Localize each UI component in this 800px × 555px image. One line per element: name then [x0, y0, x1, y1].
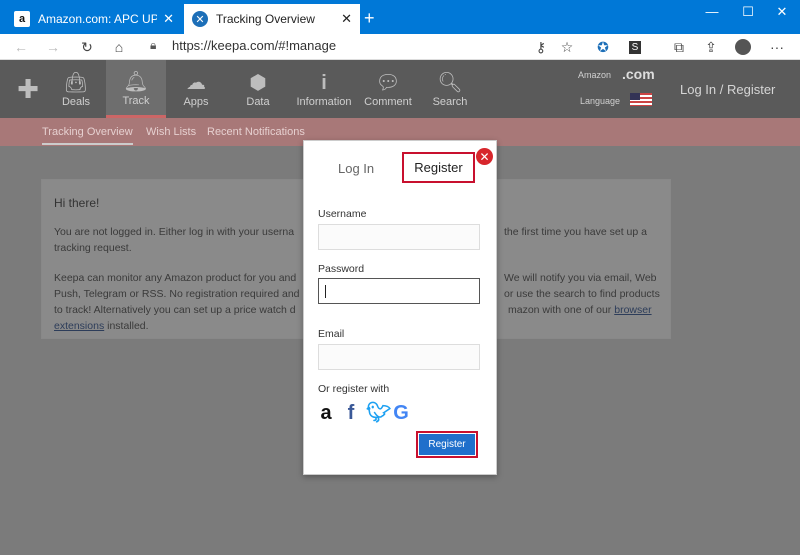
bell-icon: 🔔︎: [123, 70, 149, 93]
google-icon[interactable]: G: [391, 401, 411, 425]
password-label: Password: [318, 263, 365, 275]
tab-register[interactable]: Register: [402, 152, 475, 183]
profile-avatar[interactable]: [732, 37, 754, 57]
social-login-row: a f 🐦︎ G: [316, 401, 411, 425]
browser-tab-bar: a Amazon.com: APC UPS, 1500VA ✕ ✕ Tracki…: [0, 0, 800, 34]
address-bar[interactable]: https://keepa.com/#!manage: [172, 38, 336, 53]
cube-icon: ⬢: [249, 72, 267, 94]
magnifier-icon: 🔍︎: [437, 72, 463, 94]
browser-toolbar: ← → ↻ ⌂ 🔒︎ https://keepa.com/#!manage ⚷ …: [0, 34, 800, 60]
forward-arrow-icon[interactable]: →: [42, 37, 64, 57]
keepa-extension-icon[interactable]: ✪: [592, 37, 614, 57]
close-icon[interactable]: ✕: [163, 11, 174, 27]
browser-link[interactable]: browser: [614, 304, 651, 316]
tab-amazon[interactable]: a Amazon.com: APC UPS, 1500VA ✕: [6, 4, 182, 34]
close-modal-icon[interactable]: ✕: [476, 148, 493, 165]
domain-selector[interactable]: .com: [622, 66, 655, 82]
password-input[interactable]: [318, 278, 480, 304]
twitter-icon[interactable]: 🐦︎: [366, 401, 391, 425]
nav-data[interactable]: ⬢ Data: [228, 60, 288, 118]
window-close-button[interactable]: ✕: [762, 4, 800, 20]
username-input[interactable]: [318, 224, 480, 250]
bag-icon: 👜︎: [63, 72, 89, 94]
collections-icon[interactable]: ⧉: [668, 37, 690, 57]
amazon-label: Amazon: [578, 70, 612, 80]
more-menu-icon[interactable]: ···: [766, 37, 788, 57]
description-text-2-right: or use the search to find products: [504, 288, 660, 300]
info-icon: i: [321, 72, 327, 94]
nav-track[interactable]: 🔔︎ Track: [106, 60, 166, 118]
language-label: Language: [580, 96, 621, 106]
amazon-favicon-icon: a: [14, 11, 30, 27]
back-arrow-icon[interactable]: ←: [10, 37, 32, 57]
minimize-button[interactable]: —: [692, 4, 732, 19]
nav-label: Data: [246, 96, 270, 108]
register-button[interactable]: Register: [416, 431, 478, 458]
nav-label: Comment: [364, 96, 412, 108]
or-register-with-label: Or register with: [318, 383, 390, 395]
description-text-3-right: mazon with one of our browser: [508, 304, 652, 316]
nav-label: Deals: [61, 96, 91, 108]
subnav-wish-lists[interactable]: Wish Lists: [146, 126, 196, 138]
extension-s-icon[interactable]: S: [624, 37, 646, 57]
text-caret: [325, 285, 326, 298]
refresh-icon[interactable]: ↻: [76, 37, 98, 57]
close-icon[interactable]: ✕: [341, 11, 352, 27]
tab-login[interactable]: Log In: [338, 161, 374, 176]
extensions-link[interactable]: extensions: [54, 320, 104, 332]
cloud-download-icon: ☁: [186, 72, 206, 94]
nav-apps[interactable]: ☁ Apps: [166, 60, 226, 118]
username-label: Username: [318, 208, 367, 220]
home-icon[interactable]: ⌂: [108, 37, 130, 57]
login-register-link[interactable]: Log In / Register: [680, 82, 775, 97]
new-tab-button[interactable]: +: [364, 8, 375, 29]
tab-title: Amazon.com: APC UPS, 1500VA: [38, 12, 158, 26]
nav-label: Search: [432, 96, 468, 108]
chat-icon: 💬︎: [375, 72, 401, 94]
email-input[interactable]: [318, 344, 480, 370]
nav-information[interactable]: i Information: [292, 60, 356, 118]
favorite-star-icon[interactable]: ☆: [556, 37, 578, 57]
key-icon[interactable]: ⚷: [530, 37, 552, 57]
subnav-recent-notifications[interactable]: Recent Notifications: [207, 126, 305, 138]
nav-label: Information: [296, 96, 352, 108]
subnav-tracking-overview[interactable]: Tracking Overview: [42, 126, 133, 145]
register-button-label: Register: [418, 433, 476, 456]
lock-icon: 🔒︎: [150, 38, 157, 52]
amazon-icon[interactable]: a: [316, 401, 336, 425]
register-modal: Log In Register ✕ Username Password Emai…: [303, 140, 497, 475]
us-flag-icon[interactable]: [630, 93, 652, 106]
keepa-favicon-icon: ✕: [192, 11, 208, 27]
description-text-right: We will notify you via email, Web: [504, 272, 657, 284]
share-icon[interactable]: ⇪: [700, 37, 722, 57]
greeting: Hi there!: [54, 196, 100, 210]
nav-search[interactable]: 🔍︎ Search: [420, 60, 480, 118]
tab-title: Tracking Overview: [216, 12, 315, 26]
email-label: Email: [318, 328, 345, 340]
nav-label: Track: [122, 94, 150, 107]
intro-text-right: the first time you have set up a: [504, 226, 647, 238]
nav-deals[interactable]: 👜︎ Deals: [46, 60, 106, 118]
nav-label: Apps: [183, 96, 209, 108]
nav-comment[interactable]: 💬︎ Comment: [358, 60, 418, 118]
tab-tracking-overview[interactable]: ✕ Tracking Overview ✕: [184, 4, 360, 34]
facebook-icon[interactable]: f: [341, 401, 361, 425]
